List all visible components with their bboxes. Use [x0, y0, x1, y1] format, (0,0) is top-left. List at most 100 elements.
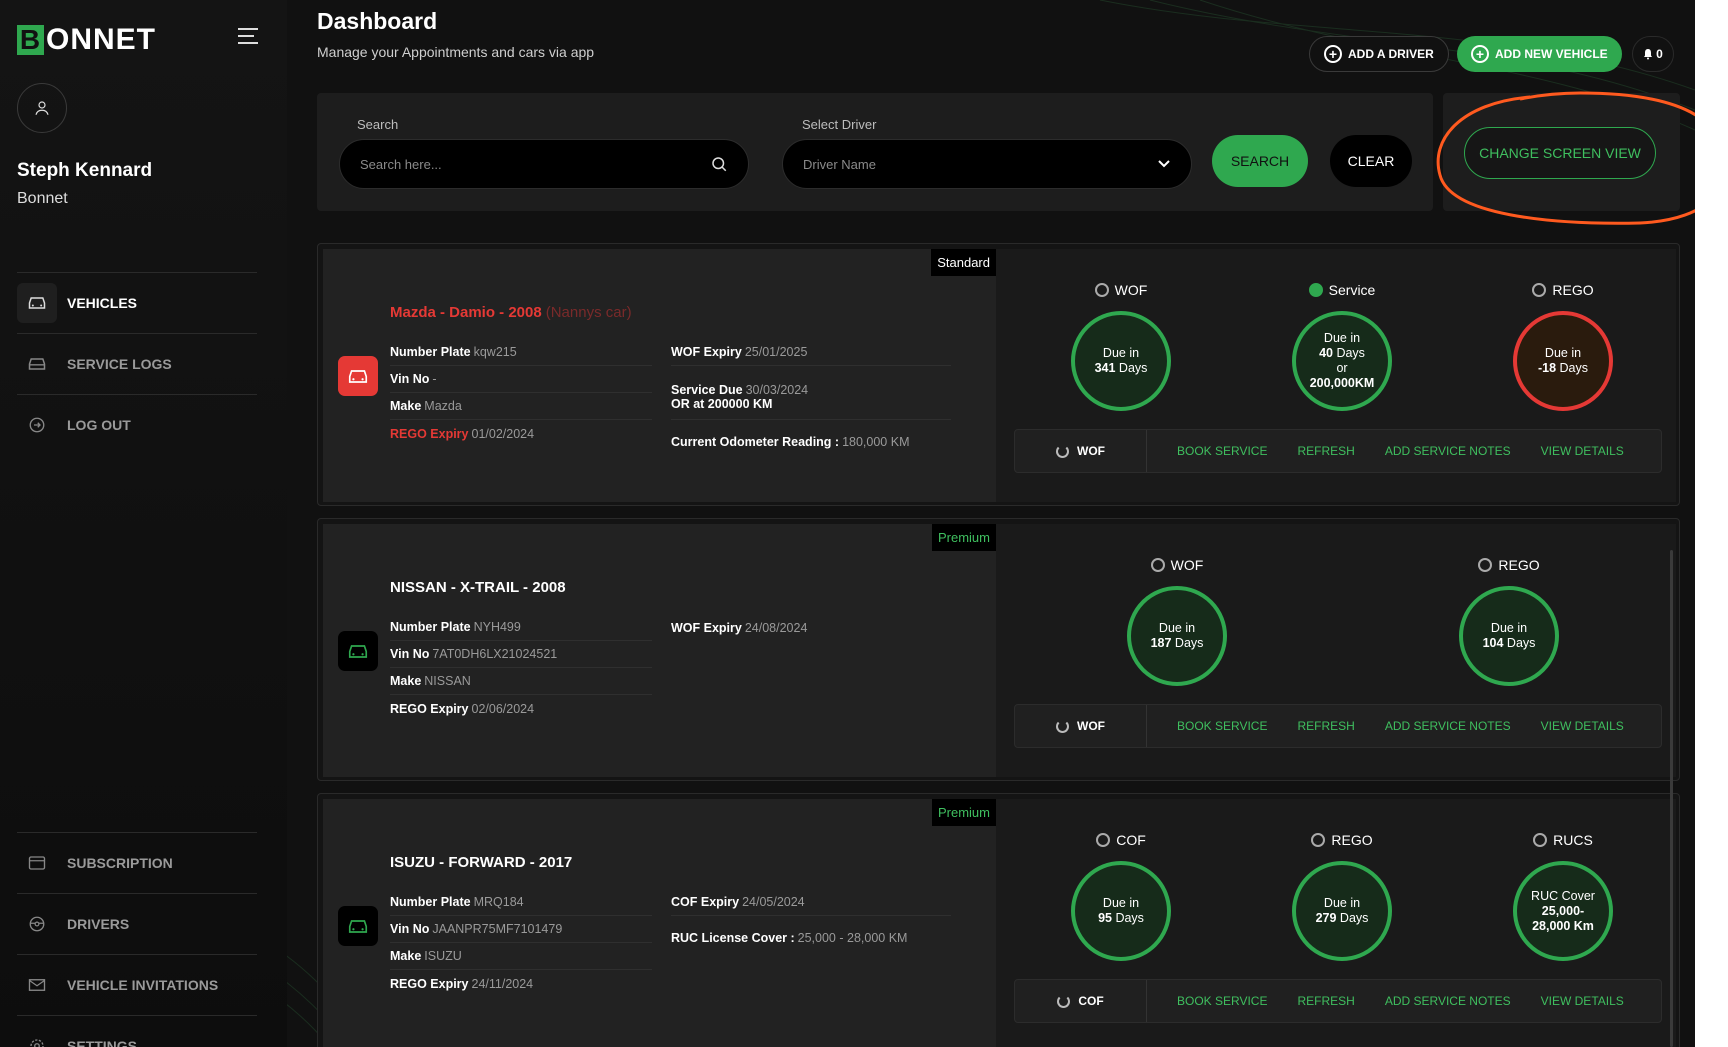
- action-view-details[interactable]: VIEW DETAILS: [1541, 444, 1624, 458]
- due-circle[interactable]: Due in 279 Days: [1292, 861, 1392, 961]
- status-icon: [1533, 833, 1548, 847]
- field-rego-expiry: REGO Expiry 02/06/2024: [390, 695, 652, 722]
- vehicle-card: Premium ISUZU - FORWARD - 2017 Number Pl…: [317, 793, 1680, 1047]
- status-icon: [1311, 833, 1326, 847]
- add-driver-button[interactable]: + ADD A DRIVER: [1309, 36, 1449, 72]
- vehicle-title[interactable]: NISSAN - X-TRAIL - 2008: [390, 579, 570, 596]
- action-view-details[interactable]: VIEW DETAILS: [1541, 719, 1624, 733]
- field-value: Mazda: [424, 399, 462, 413]
- due-circle[interactable]: Due in 104 Days: [1459, 586, 1559, 686]
- add-vehicle-label: ADD NEW VEHICLE: [1495, 47, 1608, 61]
- clear-button[interactable]: CLEAR: [1330, 135, 1412, 187]
- add-vehicle-button[interactable]: + ADD NEW VEHICLE: [1457, 36, 1622, 72]
- due-circle[interactable]: RUC Cover 25,000- 28,000 Km: [1513, 861, 1613, 961]
- due-circle[interactable]: Due in -18 Days: [1513, 311, 1613, 411]
- due-name: COF: [1116, 832, 1146, 848]
- field-label: Current Odometer Reading :: [671, 434, 840, 449]
- menu-icon[interactable]: [238, 28, 258, 46]
- search-input[interactable]: [360, 156, 710, 172]
- action-first-label: WOF: [1077, 444, 1105, 458]
- action-add-service-notes[interactable]: ADD SERVICE NOTES: [1385, 444, 1511, 458]
- due-line1: RUC Cover: [1531, 888, 1595, 903]
- search-icon[interactable]: [710, 155, 728, 173]
- due-unit: Days: [1339, 911, 1369, 925]
- change-screen-view-button[interactable]: CHANGE SCREEN VIEW: [1464, 127, 1656, 179]
- due-line1: Due in: [1102, 346, 1140, 360]
- action-add-service-notes[interactable]: ADD SERVICE NOTES: [1385, 994, 1511, 1008]
- notifications-button[interactable]: 0: [1632, 36, 1674, 72]
- sidebar-item-drivers[interactable]: DRIVERS: [17, 893, 257, 953]
- action-refresh[interactable]: REFRESH: [1297, 994, 1354, 1008]
- vehicle-title[interactable]: ISUZU - FORWARD - 2017: [390, 854, 576, 871]
- due-line1: Due in: [1544, 346, 1582, 360]
- sidebar-item-vehicles[interactable]: VEHICLES: [17, 272, 257, 332]
- due-circle[interactable]: Due in 40 Days or 200,000KM: [1292, 311, 1392, 411]
- field-service-due: Service Due 30/03/2024 OR at 200000 KM: [671, 374, 951, 420]
- due-service: Service Due in 40 Days or 200,000KM: [1287, 279, 1397, 411]
- sidebar-item-label: VEHICLE INVITATIONS: [67, 976, 219, 993]
- field-value: 25/01/2025: [744, 345, 808, 359]
- car-icon: [17, 282, 57, 323]
- field-make: Make Mazda: [390, 393, 652, 420]
- search-field[interactable]: [339, 139, 749, 189]
- action-book-service[interactable]: BOOK SERVICE: [1177, 719, 1267, 733]
- sidebar-item-settings[interactable]: SETTINGS: [17, 1015, 257, 1047]
- field-number-plate: Number Plate kqw215: [390, 339, 652, 366]
- field-value: 01/02/2024: [471, 426, 535, 441]
- action-add-service-notes[interactable]: ADD SERVICE NOTES: [1385, 719, 1511, 733]
- logo-text: ONNET: [46, 23, 156, 56]
- search-button[interactable]: SEARCH: [1212, 135, 1308, 187]
- field-label: REGO Expiry: [390, 701, 469, 716]
- sidebar-item-vehicle-invitations[interactable]: VEHICLE INVITATIONS: [17, 954, 257, 1014]
- field-label: RUC License Cover :: [671, 930, 795, 945]
- field-ruc-license-cover-: RUC License Cover :25,000 - 28,000 KM: [671, 924, 951, 951]
- due-rucs: RUCS RUC Cover 25,000- 28,000 Km: [1508, 829, 1618, 961]
- chevron-down-icon[interactable]: [1157, 159, 1171, 169]
- vehicle-nickname: (Nannys car): [545, 304, 632, 321]
- field-number-plate: Number Plate NYH499: [390, 614, 652, 641]
- sidebar-item-service-logs[interactable]: SERVICE LOGS: [17, 333, 257, 393]
- field-make: Make NISSAN: [390, 668, 652, 695]
- action-refresh-status[interactable]: COF: [1015, 980, 1147, 1022]
- due-line1: Due in: [1323, 896, 1361, 910]
- sidebar-item-logout[interactable]: LOG OUT: [17, 394, 257, 454]
- field-value: 180,000 KM: [842, 434, 910, 449]
- status-icon: [1094, 283, 1109, 297]
- action-view-details[interactable]: VIEW DETAILS: [1541, 994, 1624, 1008]
- vehicle-title-text: NISSAN - X-TRAIL - 2008: [390, 579, 566, 596]
- add-driver-label: ADD A DRIVER: [1348, 47, 1434, 61]
- action-refresh[interactable]: REFRESH: [1297, 719, 1354, 733]
- due-unit: Days: [1559, 361, 1589, 375]
- due-circle[interactable]: Due in 341 Days: [1071, 311, 1171, 411]
- sidebar-item-subscription[interactable]: SUBSCRIPTION: [17, 832, 257, 892]
- due-value: 40: [1319, 346, 1333, 360]
- action-refresh-status[interactable]: WOF: [1015, 430, 1147, 472]
- due-unit: Days: [1174, 636, 1204, 650]
- app-window: B ONNET Steph Kennard Bonnet VEHICLES SE…: [0, 0, 1695, 1047]
- due-value: 104: [1482, 636, 1504, 650]
- due-unit: Days: [1115, 911, 1144, 925]
- search-panel: Search Select Driver Driver Name SEARCH …: [317, 93, 1433, 211]
- vehicle-title[interactable]: Mazda - Damio - 2008 (Nannys car): [390, 304, 632, 321]
- steering-wheel-icon: [17, 904, 57, 944]
- field-label: Vin No: [390, 372, 430, 386]
- car-icon: [338, 631, 378, 671]
- status-icon: [1478, 558, 1493, 572]
- due-circle[interactable]: Due in 187 Days: [1127, 586, 1227, 686]
- driver-select[interactable]: Driver Name: [782, 139, 1192, 189]
- field-value: 30/03/2024: [745, 382, 809, 397]
- action-refresh[interactable]: REFRESH: [1297, 444, 1354, 458]
- action-book-service[interactable]: BOOK SERVICE: [1177, 994, 1267, 1008]
- action-refresh-status[interactable]: WOF: [1015, 705, 1147, 747]
- scrollbar[interactable]: [1670, 550, 1673, 1047]
- field-wof-expiry: WOF Expiry 24/08/2024: [671, 614, 951, 641]
- plus-icon: +: [1471, 45, 1489, 63]
- due-circle[interactable]: Due in 95 Days: [1071, 861, 1171, 961]
- action-book-service[interactable]: BOOK SERVICE: [1177, 444, 1267, 458]
- brand-logo[interactable]: B ONNET: [17, 23, 156, 57]
- avatar[interactable]: [17, 83, 67, 133]
- field-value: kqw215: [473, 345, 517, 359]
- field-value: NYH499: [473, 620, 521, 634]
- action-bar: COF BOOK SERVICE REFRESH ADD SERVICE NOTES…: [1014, 979, 1662, 1023]
- sidebar-item-label: LOG OUT: [67, 416, 131, 433]
